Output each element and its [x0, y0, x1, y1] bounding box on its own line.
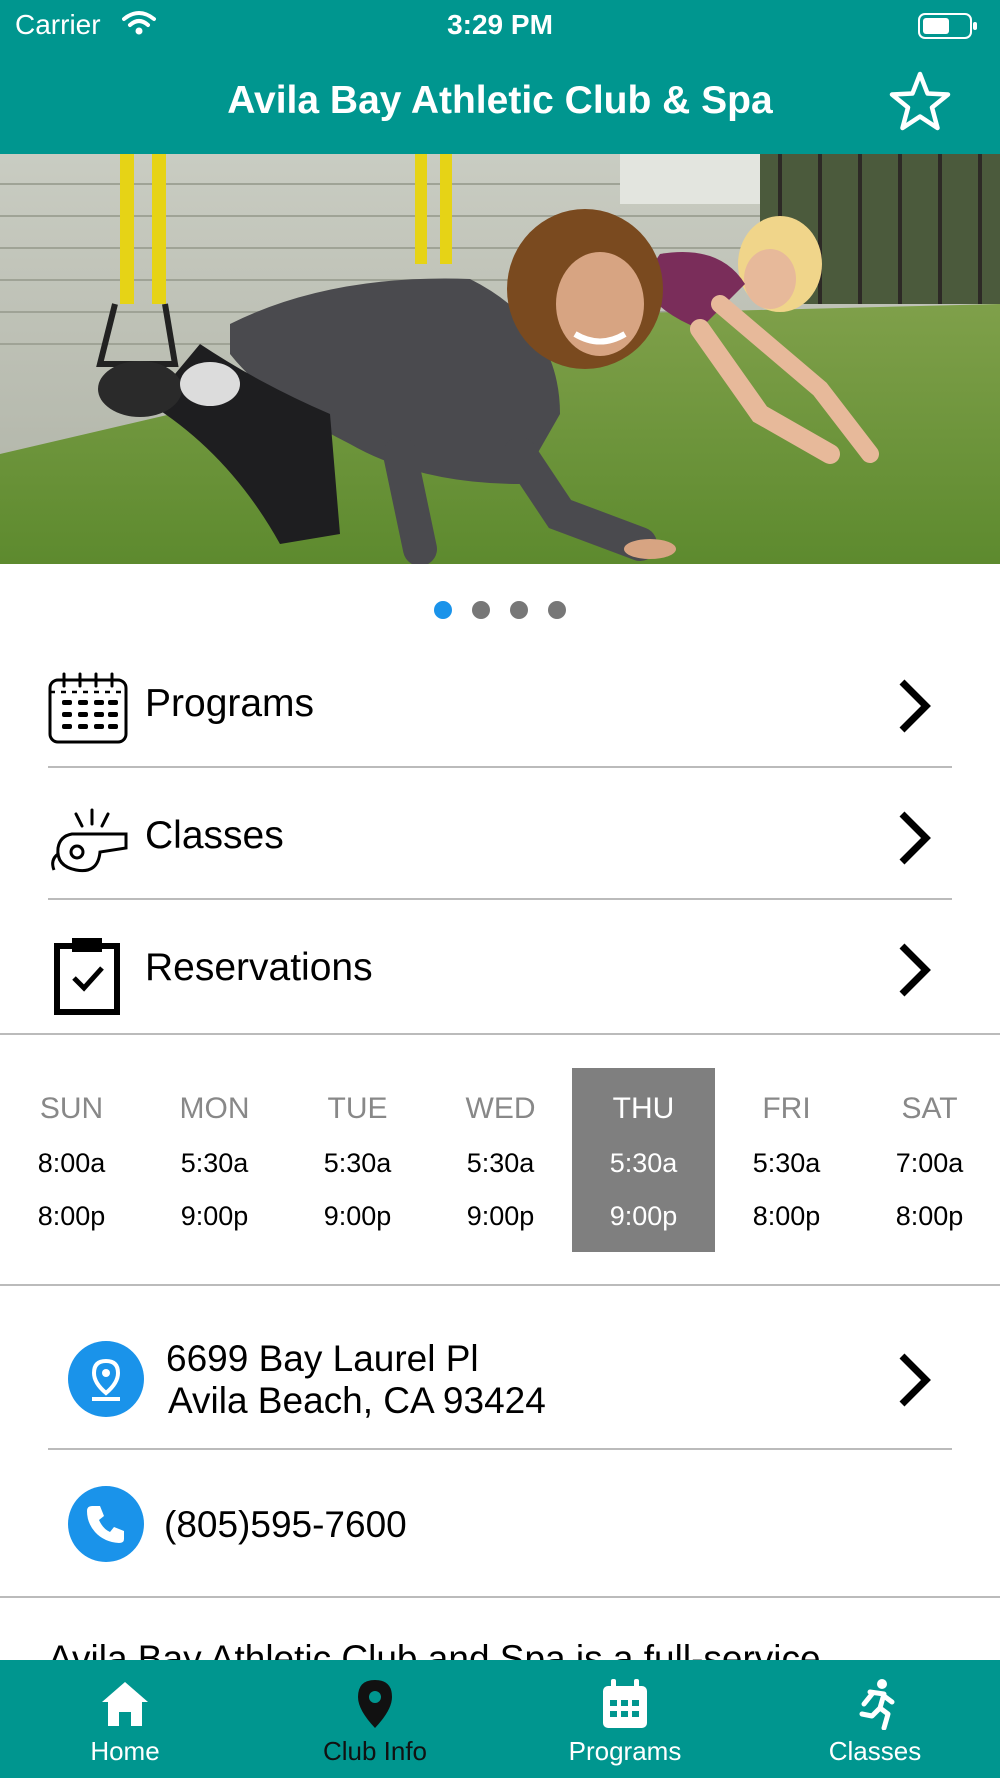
phone-icon	[68, 1486, 144, 1562]
hours-day-wed: WED 5:30a 9:00p	[429, 1068, 572, 1252]
club-hours-grid: SUN 8:00a 8:00p MON 5:30a 9:00p TUE 5:30a 9:00p W…	[0, 1068, 1000, 1252]
open-time: 5:30a	[180, 1148, 249, 1178]
open-time: 5:30a	[323, 1148, 392, 1178]
calendar-icon	[603, 1679, 647, 1728]
open-time: 7:00a	[895, 1148, 964, 1178]
day-name: THU	[612, 1092, 675, 1125]
tab-classes[interactable]: Classes	[750, 1660, 1000, 1778]
tab-home[interactable]: Home	[0, 1660, 250, 1778]
club-description: Avila Bay Athletic Club and Spa is a ful…	[0, 1610, 1000, 1660]
navigation-bar: Avila Bay Athletic Club & Spa	[0, 52, 1000, 154]
hours-day-sun: SUN 8:00a 8:00p	[0, 1068, 143, 1252]
hours-day-thu: THU 5:30a 9:00p	[572, 1068, 715, 1252]
day-name: SAT	[901, 1092, 958, 1125]
day-name: MON	[179, 1092, 250, 1125]
runner-icon	[859, 1679, 895, 1730]
divider	[0, 1284, 1000, 1286]
status-time: 3:29 PM	[447, 9, 553, 40]
carousel-dot[interactable]	[548, 601, 566, 619]
tab-bar: Home Club Info Programs Classes	[0, 1660, 1000, 1778]
reservations-label: Reservations	[145, 946, 373, 989]
day-name: FRI	[762, 1092, 811, 1125]
map-pin-icon	[358, 1680, 392, 1728]
divider	[48, 898, 952, 900]
address-line1: 6699 Bay Laurel Pl	[166, 1338, 479, 1379]
page-title: Avila Bay Athletic Club & Spa	[227, 79, 773, 122]
chevron-right-icon	[894, 1350, 934, 1415]
chevron-right-icon	[894, 808, 934, 873]
carousel-dot[interactable]	[510, 601, 528, 619]
chevron-right-icon	[894, 676, 934, 741]
whistle-icon	[48, 804, 128, 876]
carousel-dot[interactable]	[434, 601, 452, 619]
close-time: 9:00p	[609, 1201, 678, 1231]
chevron-right-icon	[894, 940, 934, 1005]
day-name: TUE	[327, 1092, 388, 1125]
divider	[0, 1596, 1000, 1598]
address-line2: Avila Beach, CA 93424	[168, 1380, 546, 1421]
classes-label: Classes	[145, 814, 284, 857]
close-time: 9:00p	[180, 1201, 249, 1231]
home-icon	[102, 1682, 148, 1726]
close-time: 9:00p	[323, 1201, 392, 1231]
favorite-star-icon[interactable]	[888, 70, 952, 139]
hero-carousel-image[interactable]	[0, 154, 1000, 564]
open-time: 5:30a	[609, 1148, 678, 1178]
menu-row-classes[interactable]: Classes	[48, 770, 952, 902]
hours-day-sat: SAT 7:00a 8:00p	[858, 1068, 1000, 1252]
tab-club-info-label: Club Info	[322, 1736, 428, 1766]
hours-day-tue: TUE 5:30a 9:00p	[286, 1068, 429, 1252]
carousel-page-indicator[interactable]	[0, 601, 1000, 619]
open-time: 8:00a	[37, 1148, 106, 1178]
address-row[interactable]	[0, 1290, 1000, 1448]
status-bar: Carrier 3:29 PM	[0, 0, 1000, 52]
hours-day-mon: MON 5:30a 9:00p	[143, 1068, 286, 1252]
tab-home-label: Home	[90, 1736, 160, 1766]
calendar-icon	[48, 672, 128, 744]
tab-programs[interactable]: Programs	[500, 1660, 750, 1778]
location-pin-icon	[68, 1341, 144, 1417]
phone-number: (805)595-7600	[164, 1504, 407, 1545]
tab-classes-label: Classes	[828, 1736, 922, 1766]
menu-row-programs[interactable]: Programs	[48, 638, 952, 770]
clipboard-check-icon	[48, 936, 124, 1015]
hours-day-fri: FRI 5:30a 8:00p	[715, 1068, 858, 1252]
close-time: 8:00p	[895, 1201, 964, 1231]
programs-label: Programs	[145, 682, 315, 725]
open-time: 5:30a	[466, 1148, 535, 1178]
tab-programs-label: Programs	[568, 1736, 682, 1766]
phone-row[interactable]	[0, 1452, 1000, 1594]
close-time: 8:00p	[752, 1201, 821, 1231]
day-name: WED	[465, 1092, 536, 1125]
open-time: 5:30a	[752, 1148, 821, 1178]
battery-icon	[918, 12, 978, 45]
menu-row-reservations[interactable]: Reservations	[48, 902, 952, 1034]
divider	[0, 1033, 1000, 1035]
description-text: Avila Bay Athletic Club and Spa is a ful…	[48, 1638, 821, 1660]
day-name: SUN	[39, 1092, 104, 1125]
tab-club-info[interactable]: Club Info	[250, 1660, 500, 1778]
close-time: 8:00p	[37, 1201, 106, 1231]
close-time: 9:00p	[466, 1201, 535, 1231]
divider	[48, 766, 952, 768]
divider	[48, 1448, 952, 1450]
carousel-dot[interactable]	[472, 601, 490, 619]
hero-photo	[0, 154, 1000, 564]
